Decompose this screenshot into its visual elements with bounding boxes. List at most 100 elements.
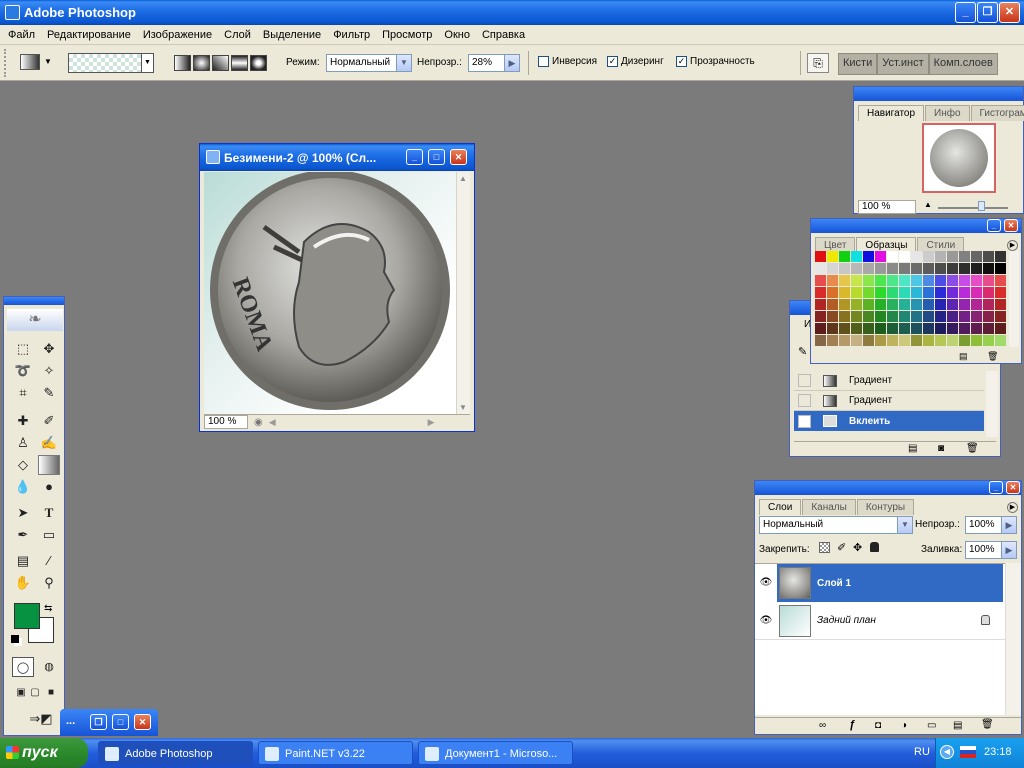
chevron-right-icon[interactable]: ▶: [1001, 517, 1016, 533]
color-swatch[interactable]: [971, 299, 982, 310]
standard-mode-icon[interactable]: ◯: [12, 657, 34, 677]
color-swatch[interactable]: [863, 335, 874, 346]
color-swatch[interactable]: [971, 251, 982, 262]
quick-mask-icon[interactable]: ◍: [38, 657, 60, 677]
color-swatch[interactable]: [983, 299, 994, 310]
color-swatch[interactable]: [983, 275, 994, 286]
chevron-right-icon[interactable]: ▶: [504, 55, 519, 71]
chevron-down-icon[interactable]: ▼: [897, 517, 912, 533]
eyedropper-icon[interactable]: ⁄: [38, 551, 60, 571]
color-swatch[interactable]: [839, 275, 850, 286]
checkmark-icon[interactable]: ✓: [607, 56, 618, 67]
minimized-window[interactable]: ... ❐ □ ✕: [60, 709, 158, 736]
color-swatch[interactable]: [875, 287, 886, 298]
color-swatch[interactable]: [947, 287, 958, 298]
color-swatch[interactable]: [827, 323, 838, 334]
color-swatch[interactable]: [947, 251, 958, 262]
foreground-color-swatch[interactable]: [14, 603, 40, 629]
mode-select[interactable]: Нормальный ▼: [326, 54, 412, 72]
well-tab-brushes[interactable]: Кисти: [838, 53, 878, 75]
layer-name[interactable]: Задний план: [817, 615, 876, 626]
default-colors-icon[interactable]: [11, 635, 19, 643]
menu-window[interactable]: Окно: [438, 29, 476, 41]
color-swatch[interactable]: [923, 287, 934, 298]
magic-wand-icon[interactable]: ✧: [38, 361, 60, 381]
color-swatch[interactable]: [911, 275, 922, 286]
marquee-tool-icon[interactable]: ⬚: [12, 339, 34, 359]
color-swatch[interactable]: [875, 299, 886, 310]
path-selection-icon[interactable]: ➤: [12, 503, 34, 523]
color-swatch[interactable]: [899, 299, 910, 310]
vertical-scrollbar[interactable]: ▲ ▼: [456, 172, 470, 414]
color-swatch[interactable]: [995, 299, 1006, 310]
app-titlebar[interactable]: Adobe Photoshop _ ❐ ✕: [0, 0, 1024, 25]
color-swatch[interactable]: [827, 299, 838, 310]
menu-help[interactable]: Справка: [476, 29, 531, 41]
tab-info[interactable]: Инфо: [925, 105, 970, 121]
color-swatch[interactable]: [839, 311, 850, 322]
diamond-gradient-icon[interactable]: [250, 55, 267, 71]
color-swatch[interactable]: [983, 335, 994, 346]
start-button[interactable]: пуск: [0, 738, 88, 768]
maximize-button[interactable]: □: [112, 714, 129, 730]
blend-mode-select[interactable]: Нормальный ▼: [759, 516, 913, 534]
color-swatch[interactable]: [983, 311, 994, 322]
layer-row[interactable]: 👁 Задний план: [755, 602, 1021, 640]
close-button[interactable]: ✕: [450, 149, 467, 165]
jump-to-imageready-icon[interactable]: ⇒◩: [24, 709, 58, 729]
history-scrollbar[interactable]: [986, 371, 998, 437]
color-swatch[interactable]: [851, 323, 862, 334]
color-swatch[interactable]: [995, 311, 1006, 322]
chevron-down-icon[interactable]: ▼: [44, 57, 52, 66]
chevron-left-icon[interactable]: ◀: [269, 417, 276, 428]
new-swatch-icon[interactable]: ▤: [959, 351, 968, 362]
color-swatch[interactable]: [983, 251, 994, 262]
tab-channels[interactable]: Каналы: [802, 499, 856, 515]
color-swatch[interactable]: [923, 251, 934, 262]
color-swatch[interactable]: [863, 263, 874, 274]
palette-titlebar[interactable]: _ ✕: [811, 219, 1021, 233]
color-swatch[interactable]: [959, 335, 970, 346]
snapshot-icon[interactable]: ◙: [938, 443, 944, 454]
color-swatch[interactable]: [995, 263, 1006, 274]
color-swatch[interactable]: [947, 335, 958, 346]
adjustment-layer-icon[interactable]: ◑: [901, 720, 907, 731]
eye-icon[interactable]: 👁: [759, 578, 773, 588]
task-button-paintnet[interactable]: Paint.NET v3.22: [258, 741, 413, 765]
lock-position-icon[interactable]: ✥: [853, 541, 862, 554]
color-swatch[interactable]: [875, 251, 886, 262]
color-swatch[interactable]: [911, 335, 922, 346]
color-swatch[interactable]: [875, 263, 886, 274]
reflected-gradient-icon[interactable]: [231, 55, 248, 71]
color-swatch[interactable]: [863, 287, 874, 298]
color-swatch[interactable]: [971, 311, 982, 322]
palette-titlebar[interactable]: _ ✕: [755, 481, 1021, 495]
color-swatch[interactable]: [923, 263, 934, 274]
checkbox-box[interactable]: [538, 56, 549, 67]
lock-transparency-icon[interactable]: [819, 542, 830, 553]
color-swatch[interactable]: [851, 311, 862, 322]
color-swatch[interactable]: [971, 323, 982, 334]
opacity-input[interactable]: 28% ▶: [468, 54, 520, 72]
minimize-button[interactable]: _: [987, 219, 1001, 232]
menu-view[interactable]: Просмотр: [376, 29, 438, 41]
color-swatch[interactable]: [959, 323, 970, 334]
color-swatch[interactable]: [995, 251, 1006, 262]
crop-tool-icon[interactable]: ⌗: [12, 383, 34, 403]
dodge-tool-icon[interactable]: ●: [38, 477, 60, 497]
color-swatch[interactable]: [911, 263, 922, 274]
color-swatch[interactable]: [983, 263, 994, 274]
eye-icon[interactable]: 👁: [759, 616, 773, 626]
task-button-photoshop[interactable]: Adobe Photoshop: [98, 741, 253, 765]
color-swatch[interactable]: [839, 287, 850, 298]
restore-button[interactable]: ❐: [977, 2, 998, 23]
color-swatch[interactable]: [875, 335, 886, 346]
layer-name[interactable]: Слой 1: [817, 578, 851, 589]
color-swatch[interactable]: [959, 275, 970, 286]
color-swatch[interactable]: [923, 275, 934, 286]
color-swatch[interactable]: [947, 323, 958, 334]
color-swatch[interactable]: [995, 275, 1006, 286]
task-button-word[interactable]: Документ1 - Microso...: [418, 741, 573, 765]
color-swatch[interactable]: [827, 287, 838, 298]
color-swatch[interactable]: [935, 311, 946, 322]
